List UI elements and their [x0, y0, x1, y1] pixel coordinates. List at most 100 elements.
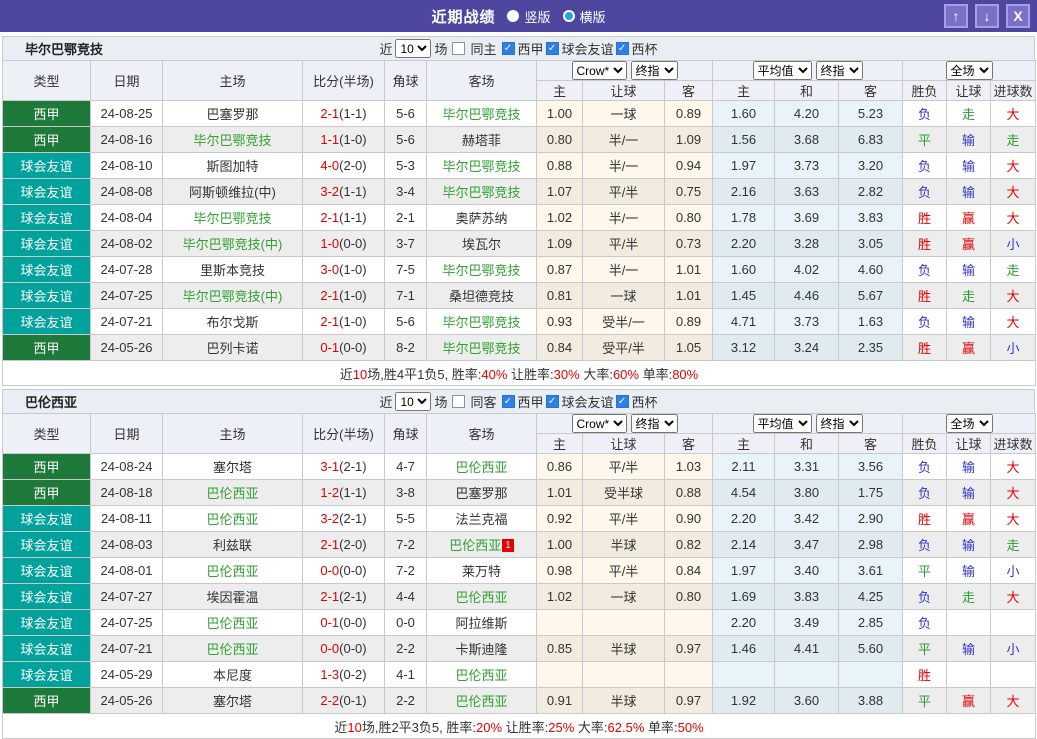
halftime-score: (2-1) [339, 511, 367, 526]
near-label: 近 [379, 42, 393, 57]
col-avg-home: 主 [712, 80, 775, 101]
odds-stage-select[interactable]: 终指 [630, 414, 678, 433]
league-label: 西杯 [631, 42, 658, 57]
avg-home-cell: 1.78 [712, 204, 775, 231]
avg-home-cell: 1.60 [712, 256, 775, 283]
radio-label: 横版 [579, 9, 606, 25]
away-odds-cell: 1.01 [664, 256, 713, 283]
match-type-cell: 球会友谊 [2, 282, 91, 309]
away-odds-cell: 0.89 [664, 100, 713, 127]
home-team-cell: 巴伦西亚 [162, 505, 303, 532]
move-up-button[interactable]: ↑ [944, 4, 968, 28]
halftime-score: (2-1) [339, 459, 367, 474]
radio-selected-icon[interactable] [562, 10, 575, 22]
goals-result-cell: 大 [990, 152, 1037, 179]
move-down-button[interactable]: ↓ [975, 4, 999, 28]
home-team: 塞尔塔 [212, 460, 252, 475]
home-odds-cell: 0.98 [536, 557, 583, 584]
col-odds-away: 客 [664, 433, 713, 454]
handicap-result-cell: 走 [946, 100, 992, 127]
match-type-cell: 球会友谊 [2, 256, 91, 283]
league-filters: 西甲 球会友谊 西杯 [500, 39, 658, 58]
table-row: 球会友谊 24-07-21 巴伦西亚 0-0(0-0) 2-2 卡斯迪隆 0.8… [2, 635, 1037, 662]
league-checkbox[interactable] [501, 42, 515, 55]
home-team-cell: 毕尔巴鄂竞技 [162, 204, 303, 231]
home-team-cell: 本尼度 [162, 661, 303, 688]
corner-cell: 7-1 [384, 282, 427, 309]
handicap-result-cell [946, 661, 992, 688]
corner-cell: 5-5 [384, 505, 427, 532]
corner-cell: 4-1 [384, 661, 427, 688]
date-cell: 24-08-03 [90, 531, 163, 558]
away-team: 巴塞罗那 [455, 486, 508, 501]
avg-home-cell: 1.60 [712, 100, 775, 127]
scope-select[interactable]: 全场 [945, 414, 993, 433]
same-venue-checkbox[interactable] [452, 42, 466, 55]
same-venue-label: 同主 [470, 42, 497, 57]
home-team: 本尼度 [212, 668, 252, 683]
away-team: 巴伦西亚 [455, 460, 508, 475]
radio-icon[interactable] [507, 10, 520, 22]
handicap-result-cell: 输 [946, 557, 992, 584]
away-team: 毕尔巴鄂竞技 [442, 159, 521, 174]
odds-company-select[interactable]: Crow* [571, 61, 627, 80]
away-team-cell: 巴伦西亚 [426, 453, 537, 480]
scope-select[interactable]: 全场 [945, 61, 993, 80]
odds-company-select[interactable]: Crow* [571, 414, 627, 433]
fulltime-score: 2-1 [320, 210, 340, 225]
league-checkbox[interactable] [545, 42, 559, 55]
goals-result-cell: 小 [990, 230, 1037, 257]
corner-cell: 3-4 [384, 178, 427, 205]
handicap-cell: 平/半 [582, 505, 665, 532]
match-count-select[interactable]: 10 [395, 392, 432, 411]
average-stage-select[interactable]: 终指 [815, 61, 863, 80]
home-team: 巴伦西亚 [206, 616, 259, 631]
avg-away-cell: 3.88 [837, 687, 904, 714]
avg-draw-cell: 3.63 [774, 178, 839, 205]
league-checkbox[interactable] [615, 395, 629, 408]
league-checkbox[interactable] [545, 395, 559, 408]
odds-stage-select[interactable]: 终指 [630, 61, 678, 80]
away-team-cell: 法兰克福 [426, 505, 537, 532]
halftime-score: (0-0) [339, 615, 367, 630]
summary-part: 单率: [638, 366, 673, 382]
layout-radio-horizontal[interactable]: 横版 [562, 7, 606, 26]
fulltime-score: 2-1 [320, 106, 340, 121]
away-odds-cell: 1.01 [664, 282, 713, 309]
average-stage-select[interactable]: 终指 [815, 414, 863, 433]
result-cell: 负 [902, 152, 948, 179]
same-venue-checkbox[interactable] [452, 395, 466, 408]
result-cell: 胜 [902, 230, 948, 257]
league-filters: 西甲 球会友谊 西杯 [500, 392, 658, 411]
match-type-cell: 球会友谊 [2, 661, 91, 688]
score-cell: 2-1(1-0) [302, 282, 385, 309]
home-team: 巴塞罗那 [206, 107, 259, 122]
league-checkbox[interactable] [615, 42, 629, 55]
average-group: 平均值 终指 [711, 413, 904, 434]
home-team: 巴伦西亚 [206, 512, 259, 527]
avg-home-cell: 2.11 [712, 453, 775, 480]
avg-draw-cell: 3.24 [774, 334, 839, 361]
results-table: 类型 日期 主场 比分(半场) 角球 客场 Crow*终指 平均值终指 全场 [1, 60, 1037, 386]
handicap-cell: 一球 [582, 583, 665, 610]
match-type-cell: 球会友谊 [2, 152, 91, 179]
average-select[interactable]: 平均值 [752, 414, 812, 433]
league-checkbox[interactable] [501, 395, 515, 408]
away-team: 奥萨苏纳 [455, 211, 508, 226]
handicap-result-cell: 输 [946, 635, 992, 662]
layout-radio-vertical[interactable]: 竖版 [507, 7, 551, 26]
team-name: 毕尔巴鄂竞技 [25, 42, 104, 57]
home-odds-cell: 0.80 [536, 126, 583, 153]
corner-cell: 5-6 [384, 126, 427, 153]
summary-part: 30% [553, 366, 580, 382]
home-odds-cell: 0.84 [536, 334, 583, 361]
table-row: 球会友谊 24-08-01 巴伦西亚 0-0(0-0) 7-2 莱万特 0.98… [2, 557, 1037, 584]
match-count-select[interactable]: 10 [395, 39, 432, 58]
average-select[interactable]: 平均值 [752, 61, 812, 80]
close-button[interactable]: X [1006, 4, 1030, 28]
result-cell: 负 [902, 583, 948, 610]
score-cell: 3-1(2-1) [302, 453, 385, 480]
summary-part: 60% [612, 366, 639, 382]
handicap-cell: 一球 [582, 100, 665, 127]
corner-cell: 0-0 [384, 609, 427, 636]
